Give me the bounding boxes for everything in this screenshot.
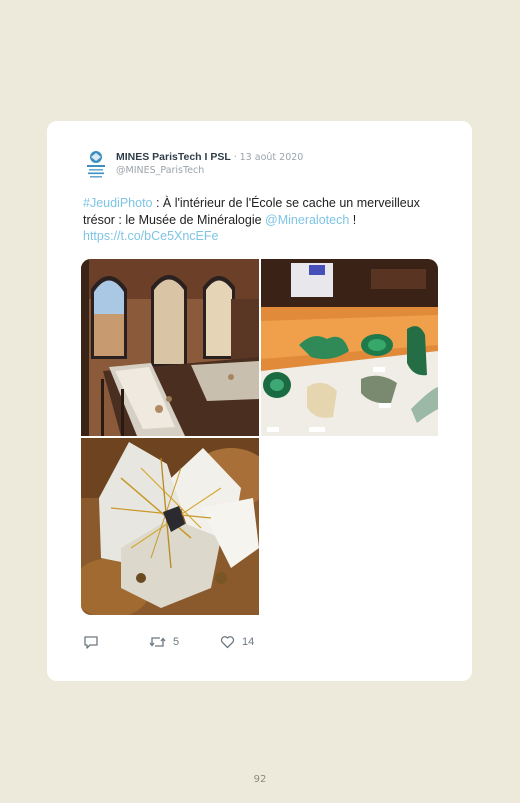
museum-gallery-image	[81, 259, 259, 436]
museum-gallery-photo[interactable]	[81, 259, 259, 436]
mention-link[interactable]: @Mineralotech	[265, 213, 349, 227]
malachite-display-photo[interactable]	[261, 259, 438, 436]
malachite-display-image	[261, 259, 438, 436]
reply-button[interactable]	[83, 635, 99, 650]
rutilated-quartz-image	[81, 438, 259, 615]
retweet-button[interactable]: 5	[149, 635, 179, 649]
tweet-actions: 5 14	[83, 635, 383, 655]
page-number: 92	[253, 774, 267, 785]
speech-bubble-icon	[84, 636, 98, 649]
avatar[interactable]	[84, 149, 108, 180]
separator-dot: ·	[233, 152, 237, 163]
retweet-icon	[149, 637, 166, 647]
hashtag-link[interactable]: #JeudiPhoto	[83, 196, 153, 210]
tweet-card[interactable]: MINES ParisTech I PSL · 13 août 2020 @MI…	[47, 121, 472, 681]
author-line: MINES ParisTech I PSL · 13 août 2020	[116, 151, 303, 163]
like-count: 14	[242, 636, 255, 648]
tweet-text-part2: !	[349, 212, 357, 227]
tweet-date[interactable]: 13 août 2020	[240, 152, 304, 163]
heart-icon	[220, 636, 235, 649]
rutilated-quartz-photo[interactable]	[81, 438, 259, 615]
author-name[interactable]: MINES ParisTech I PSL	[116, 151, 231, 163]
url-link[interactable]: https://t.co/bCe5XncEFe	[83, 229, 219, 243]
author-handle[interactable]: @MINES_ParisTech	[116, 165, 204, 176]
retweet-count: 5	[173, 636, 180, 648]
like-button[interactable]: 14	[220, 635, 254, 649]
mines-logo-icon	[87, 151, 105, 178]
photo-grid	[81, 259, 438, 615]
tweet-text: #JeudiPhoto : À l'intérieur de l'École s…	[83, 195, 445, 245]
